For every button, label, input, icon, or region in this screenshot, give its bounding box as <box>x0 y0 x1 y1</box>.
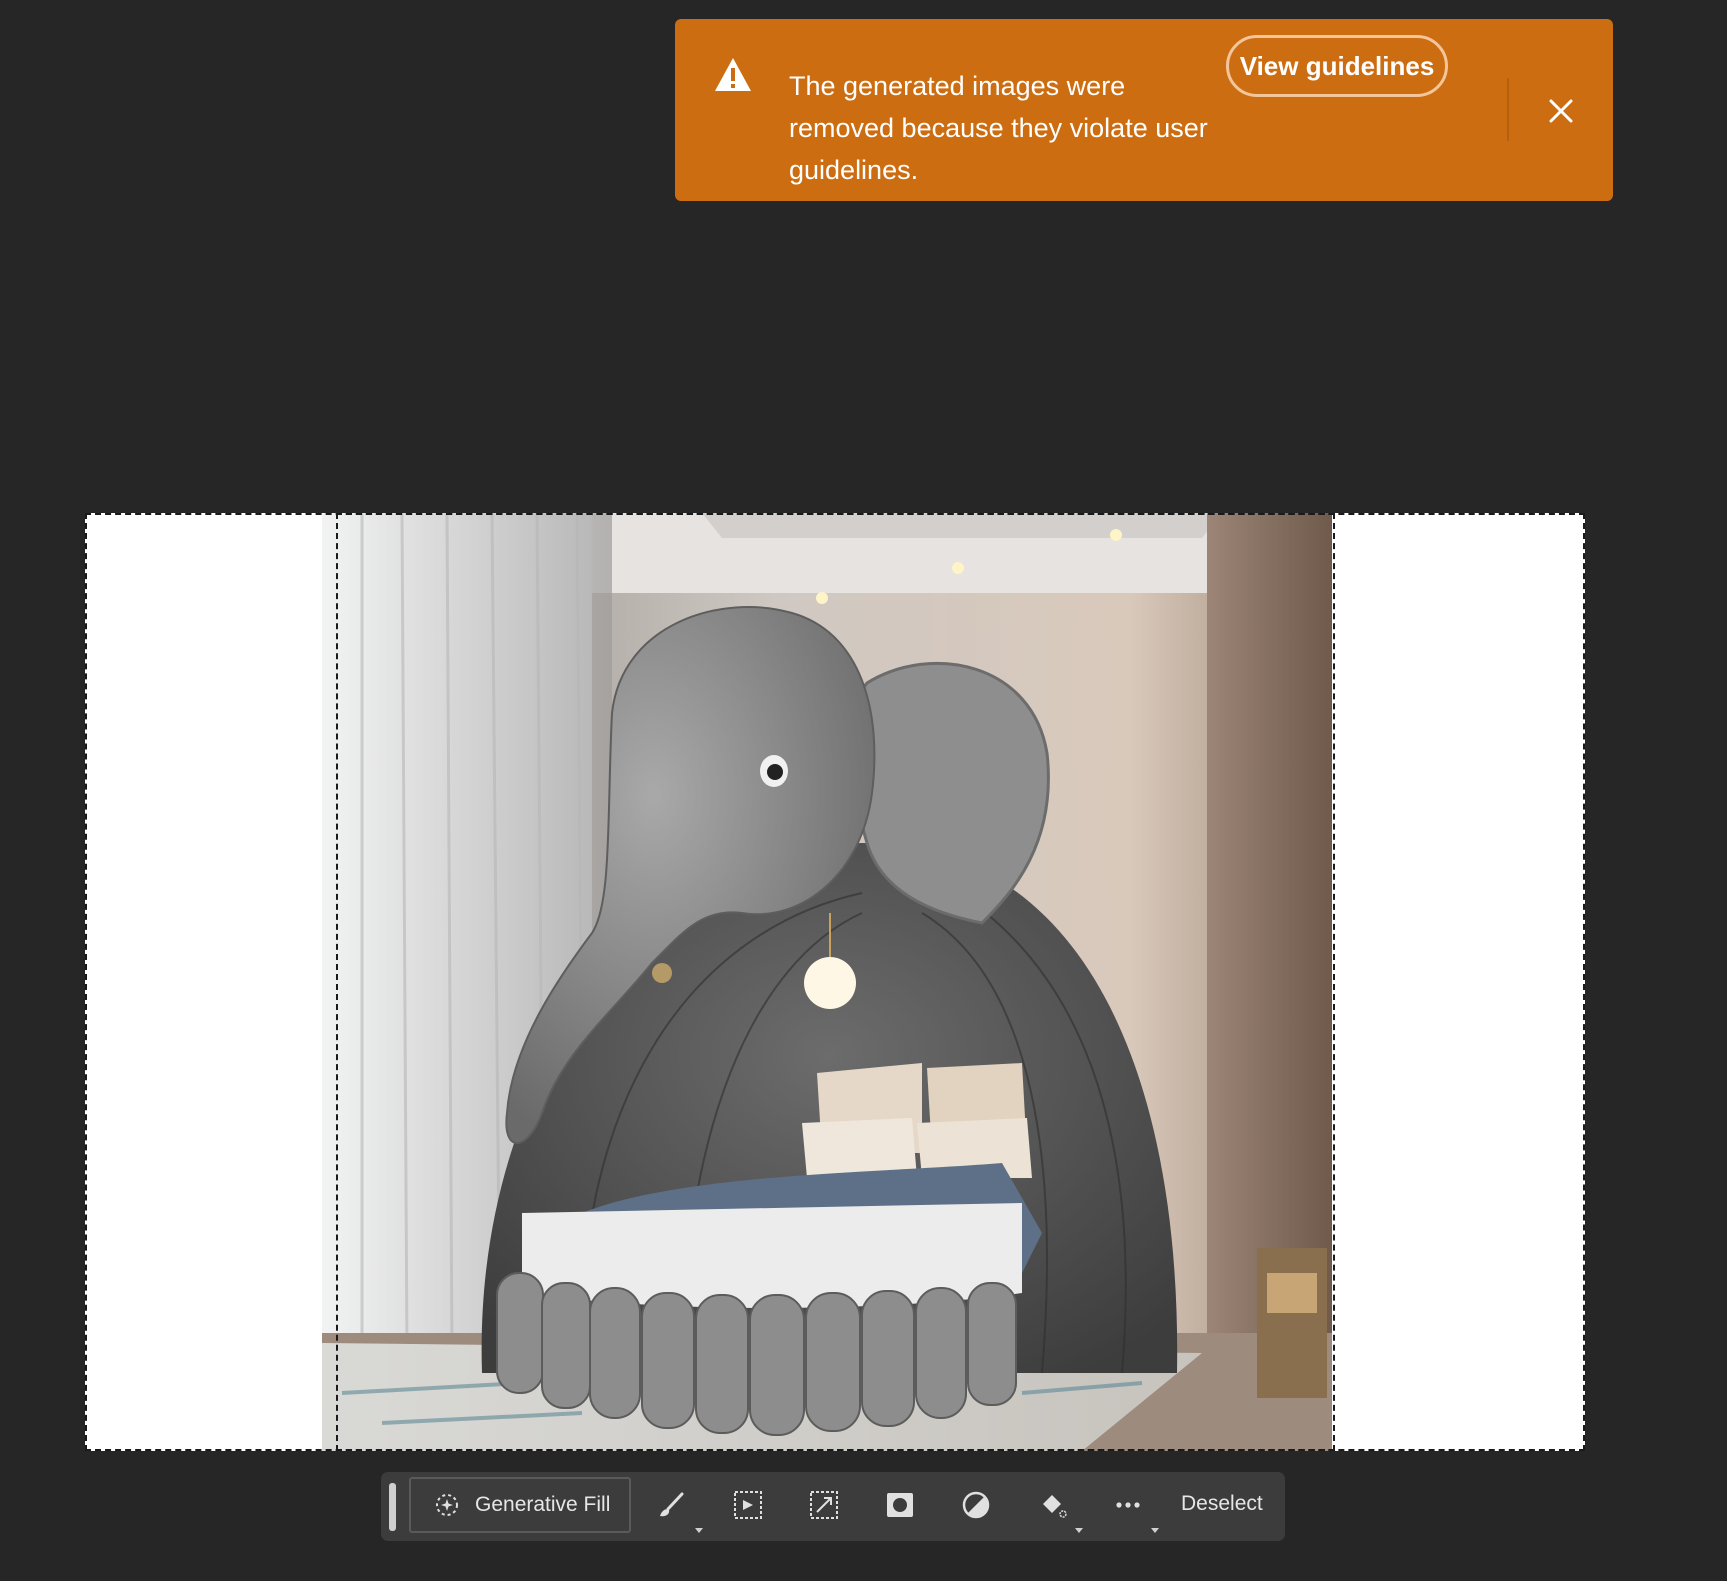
invert-icon[interactable] <box>959 1488 993 1522</box>
generative-fill-label: Generative Fill <box>475 1493 611 1516</box>
toast-divider <box>1507 78 1509 141</box>
toast-message: The generated images were removed becaus… <box>789 71 1208 185</box>
contextual-taskbar: Generative Fill Deselect <box>381 1472 1285 1541</box>
canvas-artboard[interactable] <box>85 513 1585 1451</box>
generative-fill-button[interactable]: Generative Fill <box>409 1477 631 1533</box>
transform-selection-icon[interactable] <box>807 1488 841 1522</box>
deselect-button[interactable]: Deselect <box>1181 1492 1263 1516</box>
more-dropdown-caret[interactable] <box>1151 1528 1159 1533</box>
canvas-image <box>322 513 1332 1451</box>
elephant-bed-image <box>322 513 1332 1451</box>
warning-icon <box>715 58 751 91</box>
brush-dropdown-caret[interactable] <box>695 1528 703 1533</box>
brush-icon[interactable] <box>654 1488 688 1522</box>
view-guidelines-button[interactable]: View guidelines <box>1226 35 1448 97</box>
more-icon[interactable] <box>1111 1488 1145 1522</box>
generative-fill-icon <box>436 1494 458 1516</box>
fill-icon[interactable] <box>1035 1488 1069 1522</box>
taskbar-drag-handle[interactable] <box>389 1483 396 1531</box>
error-toast: The generated images were removed becaus… <box>675 19 1613 201</box>
mask-icon[interactable] <box>883 1488 917 1522</box>
select-subject-icon[interactable] <box>731 1488 765 1522</box>
fill-dropdown-caret[interactable] <box>1075 1528 1083 1533</box>
close-icon[interactable] <box>1547 97 1575 125</box>
